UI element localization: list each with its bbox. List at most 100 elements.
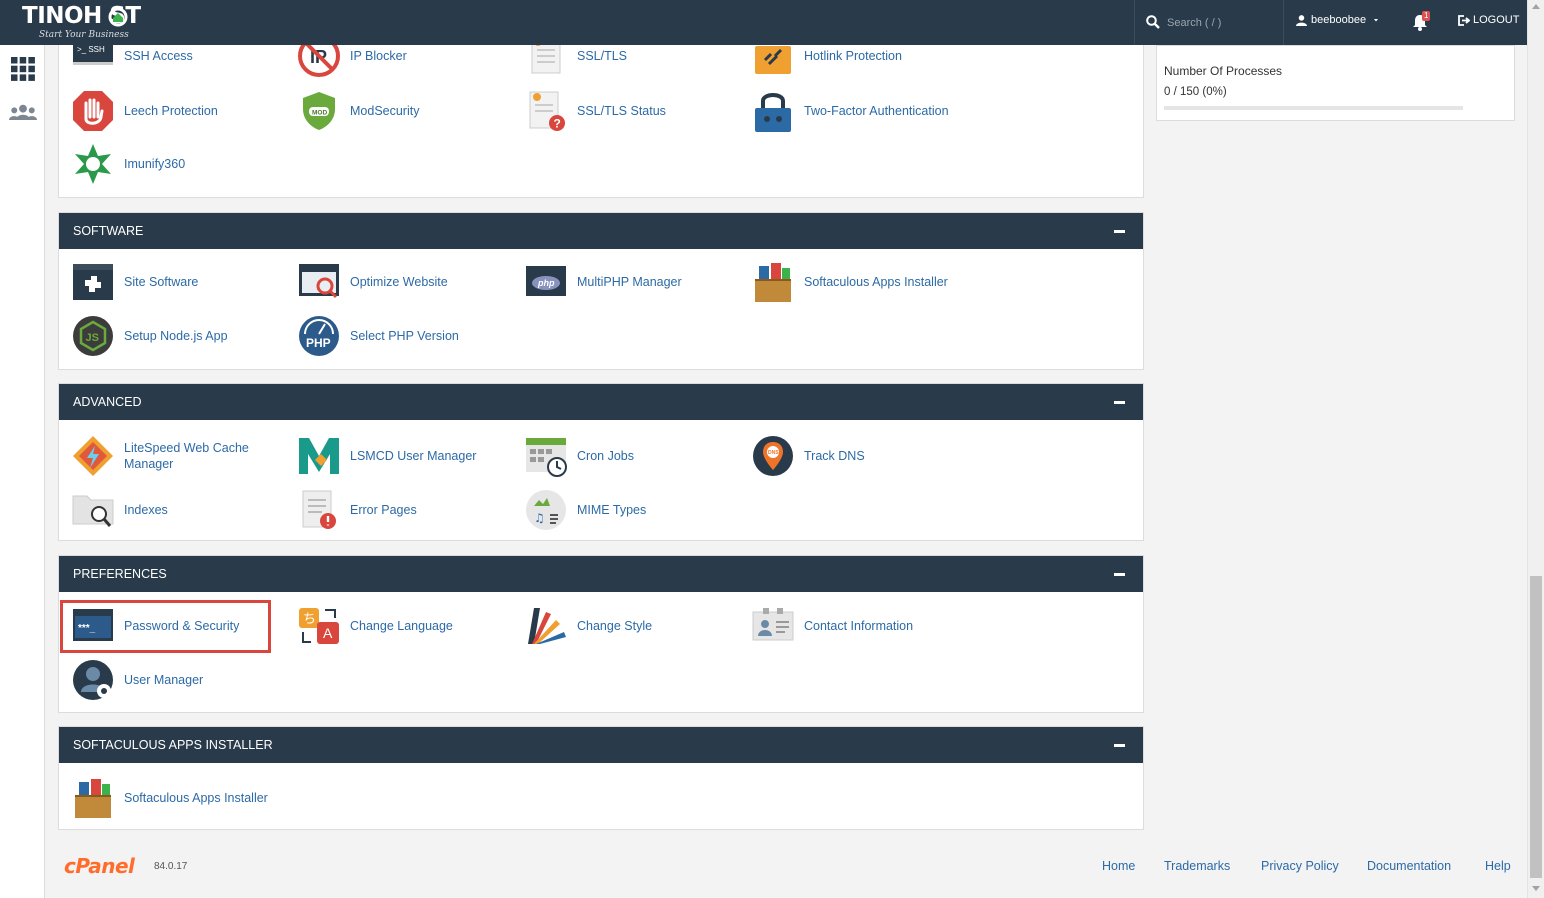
tool-setup-nodejs-app[interactable]: JS Setup Node.js App [59, 314, 264, 358]
user-menu[interactable]: beeboobee [1296, 14, 1382, 26]
user-icon [1296, 14, 1307, 26]
tool-imunify360[interactable]: Imunify360 [59, 142, 264, 186]
tool-label: Cron Jobs [577, 449, 634, 463]
litespeed-icon [73, 436, 113, 476]
footer-link-help[interactable]: Help [1485, 859, 1511, 873]
collapse-icon[interactable] [1114, 401, 1125, 404]
dns-pin-icon: DNS [753, 436, 793, 476]
php-gauge-icon: PHP [299, 316, 339, 356]
panel-title: ADVANCED [73, 395, 142, 409]
cpanel-logo[interactable]: cPanel [64, 854, 135, 878]
tool-modsecurity[interactable]: MOD ModSecurity [285, 89, 490, 133]
tool-change-language[interactable]: ちA Change Language [285, 604, 490, 648]
users-group-icon[interactable] [9, 99, 37, 127]
tool-label: User Manager [124, 673, 204, 687]
tool-multiphp-manager[interactable]: php MultiPHP Manager [512, 260, 717, 304]
footer-link-home[interactable]: Home [1102, 859, 1135, 873]
footer-link-documentation[interactable]: Documentation [1367, 859, 1451, 873]
tool-label: Change Style [577, 619, 653, 633]
stat-value: 0 / 150 (0%) [1164, 86, 1227, 98]
search-icon [1146, 15, 1160, 29]
tool-optimize-website[interactable]: Optimize Website [285, 260, 490, 304]
scroll-down-icon[interactable] [1532, 886, 1540, 891]
scrollbar-thumb[interactable] [1530, 576, 1542, 878]
panel-title: PREFERENCES [73, 567, 167, 581]
cpanel-version: 84.0.17 [154, 861, 188, 872]
tool-label: MultiPHP Manager [577, 275, 682, 289]
tool-track-dns[interactable]: DNS Track DNS [739, 434, 944, 478]
language-icon: ちA [299, 608, 339, 644]
softaculous-panel: SOFTACULOUS APPS INSTALLER Softaculous A… [58, 726, 1144, 830]
collapse-icon[interactable] [1114, 230, 1125, 233]
top-navbar: TINOH ST Start Your Business beeboobee 1… [0, 0, 1527, 45]
tool-lsmcd-user-manager[interactable]: LSMCD User Manager [285, 434, 490, 478]
tool-site-software[interactable]: Site Software [59, 260, 264, 304]
tool-two-factor-authentication[interactable]: Two-Factor Authentication [739, 89, 974, 133]
tool-user-manager[interactable]: User Manager [59, 658, 264, 702]
tool-ssl-tls-status[interactable]: ? SSL/TLS Status [512, 89, 717, 133]
footer-link-trademarks[interactable]: Trademarks [1164, 859, 1230, 873]
caret-down-icon [1374, 19, 1379, 22]
tool-label: SSL/TLS Status [577, 104, 666, 118]
tool-label: Optimize Website [350, 275, 448, 289]
nodejs-icon: JS [73, 316, 113, 356]
tool-label: Hotlink Protection [804, 49, 902, 63]
software-header[interactable]: SOFTWARE [59, 213, 1143, 249]
tool-change-style[interactable]: Change Style [512, 604, 717, 648]
tool-label: LiteSpeed Web Cache Manager [124, 441, 249, 471]
preferences-header[interactable]: PREFERENCES [59, 556, 1143, 592]
tool-contact-information[interactable]: Contact Information [739, 604, 944, 648]
advanced-header[interactable]: ADVANCED [59, 384, 1143, 420]
logout-button[interactable]: LOGOUT [1458, 14, 1519, 26]
tool-label: LSMCD User Manager [350, 449, 477, 463]
logo-tagline: Start Your Business [39, 30, 129, 40]
search-box[interactable] [1134, 0, 1284, 45]
tool-label: Two-Factor Authentication [804, 104, 949, 118]
tool-litespeed-cache-manager[interactable]: LiteSpeed Web Cache Manager [59, 434, 264, 478]
search-input[interactable] [1167, 14, 1277, 32]
tool-cron-jobs[interactable]: Cron Jobs [512, 434, 717, 478]
stat-label: Number Of Processes [1164, 64, 1283, 78]
logo-wordmark: TINOH ST [22, 3, 141, 29]
scroll-up-icon[interactable] [1532, 4, 1540, 9]
tool-label: Track DNS [804, 449, 865, 463]
svg-text:MOD: MOD [312, 110, 327, 117]
tool-softaculous[interactable]: Softaculous Apps Installer [739, 260, 974, 304]
error-page-icon [302, 490, 336, 529]
tool-label: Imunify360 [124, 157, 186, 171]
footer-link-privacy-policy[interactable]: Privacy Policy [1261, 859, 1339, 873]
svg-text:>_ SSH: >_ SSH [77, 45, 105, 54]
apps-grid-icon[interactable] [9, 55, 37, 83]
lsmcd-m-icon [299, 438, 339, 474]
tool-softaculous-apps-installer[interactable]: Softaculous Apps Installer [59, 776, 294, 820]
tool-mime-types[interactable]: ♫ MIME Types [512, 488, 717, 532]
logout-label: LOGOUT [1473, 14, 1520, 26]
logout-icon [1458, 14, 1470, 26]
tool-label: Error Pages [350, 503, 417, 517]
svg-text:DNS: DNS [768, 450, 779, 456]
notifications-button[interactable]: 1 [1412, 11, 1434, 33]
svg-text:♫: ♫ [534, 511, 545, 525]
tool-label: Site Software [124, 275, 199, 289]
tool-leech-protection[interactable]: Leech Protection [59, 89, 264, 133]
tool-label: Change Language [350, 619, 453, 633]
tool-error-pages[interactable]: Error Pages [285, 488, 490, 532]
panel-title: SOFTWARE [73, 224, 144, 238]
imunify-star-icon [75, 144, 111, 184]
collapse-icon[interactable] [1114, 573, 1125, 576]
tool-select-php-version[interactable]: PHP Select PHP Version [285, 314, 490, 358]
software-panel: SOFTWARE Site Software Optimize Website … [58, 212, 1144, 370]
page-scrollbar[interactable] [1527, 0, 1544, 898]
collapse-icon[interactable] [1114, 744, 1125, 747]
certificate-status-icon: ? [529, 91, 565, 131]
tool-label: Softaculous Apps Installer [804, 275, 948, 289]
tinohost-logo[interactable]: TINOH ST Start Your Business [22, 3, 162, 43]
tool-indexes[interactable]: Indexes [59, 488, 264, 532]
stat-progress-bar [1164, 106, 1463, 110]
softaculous-header[interactable]: SOFTACULOUS APPS INSTALLER [59, 727, 1143, 763]
svg-text:A: A [323, 625, 333, 641]
puzzle-window-icon [73, 264, 113, 300]
tool-label: IP Blocker [350, 49, 407, 63]
advanced-panel: ADVANCED LiteSpeed Web Cache Manager LSM… [58, 383, 1144, 541]
tool-label: Leech Protection [124, 104, 218, 118]
